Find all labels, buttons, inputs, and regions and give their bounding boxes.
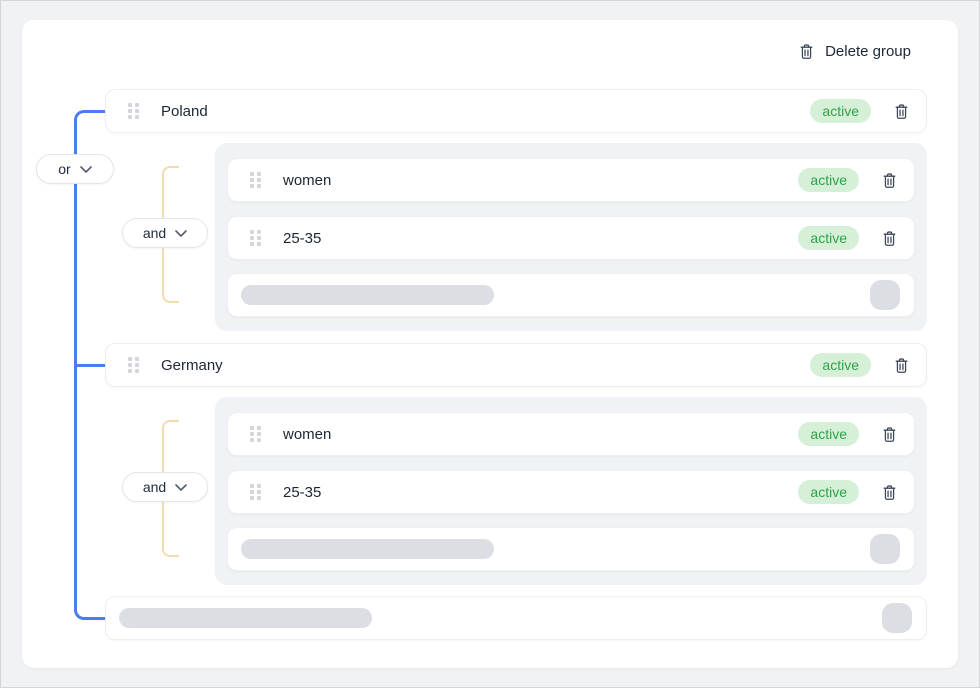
status-badge[interactable]: active [798, 168, 859, 192]
group2-operator-dropdown[interactable]: and [122, 472, 208, 502]
group1-operator-value: and [143, 225, 166, 241]
condition-row-25-35: 25-35 active [227, 216, 915, 260]
condition-label: 25-35 [283, 484, 321, 501]
chevron-down-icon [175, 230, 187, 237]
chevron-down-icon [175, 484, 187, 491]
delete-row-button[interactable] [881, 483, 898, 501]
root-operator-dropdown[interactable]: or [36, 154, 114, 184]
placeholder-group-row [105, 596, 927, 640]
condition-label: 25-35 [283, 230, 321, 247]
condition-row-25-35: 25-35 active [227, 470, 915, 514]
drag-handle-icon[interactable] [250, 426, 261, 442]
delete-row-button[interactable] [893, 356, 910, 374]
delete-group-label: Delete group [825, 43, 911, 60]
status-badge[interactable]: active [810, 99, 871, 123]
drag-handle-icon[interactable] [250, 484, 261, 500]
group-row-poland: Poland active [105, 89, 927, 133]
group2-operator-value: and [143, 479, 166, 495]
drag-handle-icon[interactable] [128, 103, 139, 119]
status-badge[interactable]: active [810, 353, 871, 377]
group1-operator-dropdown[interactable]: and [122, 218, 208, 248]
delete-row-button[interactable] [881, 171, 898, 189]
skeleton-dot [882, 603, 912, 633]
placeholder-condition-row [227, 527, 915, 571]
status-badge[interactable]: active [798, 480, 859, 504]
trash-icon [798, 42, 815, 60]
or-branch-stub [74, 364, 105, 367]
status-badge[interactable]: active [798, 226, 859, 250]
skeleton-dot [870, 534, 900, 564]
skeleton-bar [241, 539, 494, 559]
trash-icon [881, 229, 898, 247]
condition-label: women [283, 172, 331, 189]
group-label: Poland [161, 103, 208, 120]
drag-handle-icon[interactable] [250, 230, 261, 246]
condition-label: women [283, 426, 331, 443]
segment-builder-card: Delete group or and and [22, 20, 958, 668]
condition-row-women: women active [227, 412, 915, 456]
drag-handle-icon[interactable] [250, 172, 261, 188]
trash-icon [881, 425, 898, 443]
drag-handle-icon[interactable] [128, 357, 139, 373]
status-badge[interactable]: active [798, 422, 859, 446]
placeholder-condition-row [227, 273, 915, 317]
trash-icon [893, 102, 910, 120]
delete-row-button[interactable] [893, 102, 910, 120]
root-operator-value: or [58, 161, 70, 177]
trash-icon [893, 356, 910, 374]
skeleton-bar [119, 608, 372, 628]
group-label: Germany [161, 357, 223, 374]
skeleton-bar [241, 285, 494, 305]
trash-icon [881, 483, 898, 501]
skeleton-dot [870, 280, 900, 310]
chevron-down-icon [80, 166, 92, 173]
delete-row-button[interactable] [881, 425, 898, 443]
trash-icon [881, 171, 898, 189]
group-row-germany: Germany active [105, 343, 927, 387]
delete-group-button[interactable]: Delete group [798, 42, 911, 60]
delete-row-button[interactable] [881, 229, 898, 247]
condition-row-women: women active [227, 158, 915, 202]
